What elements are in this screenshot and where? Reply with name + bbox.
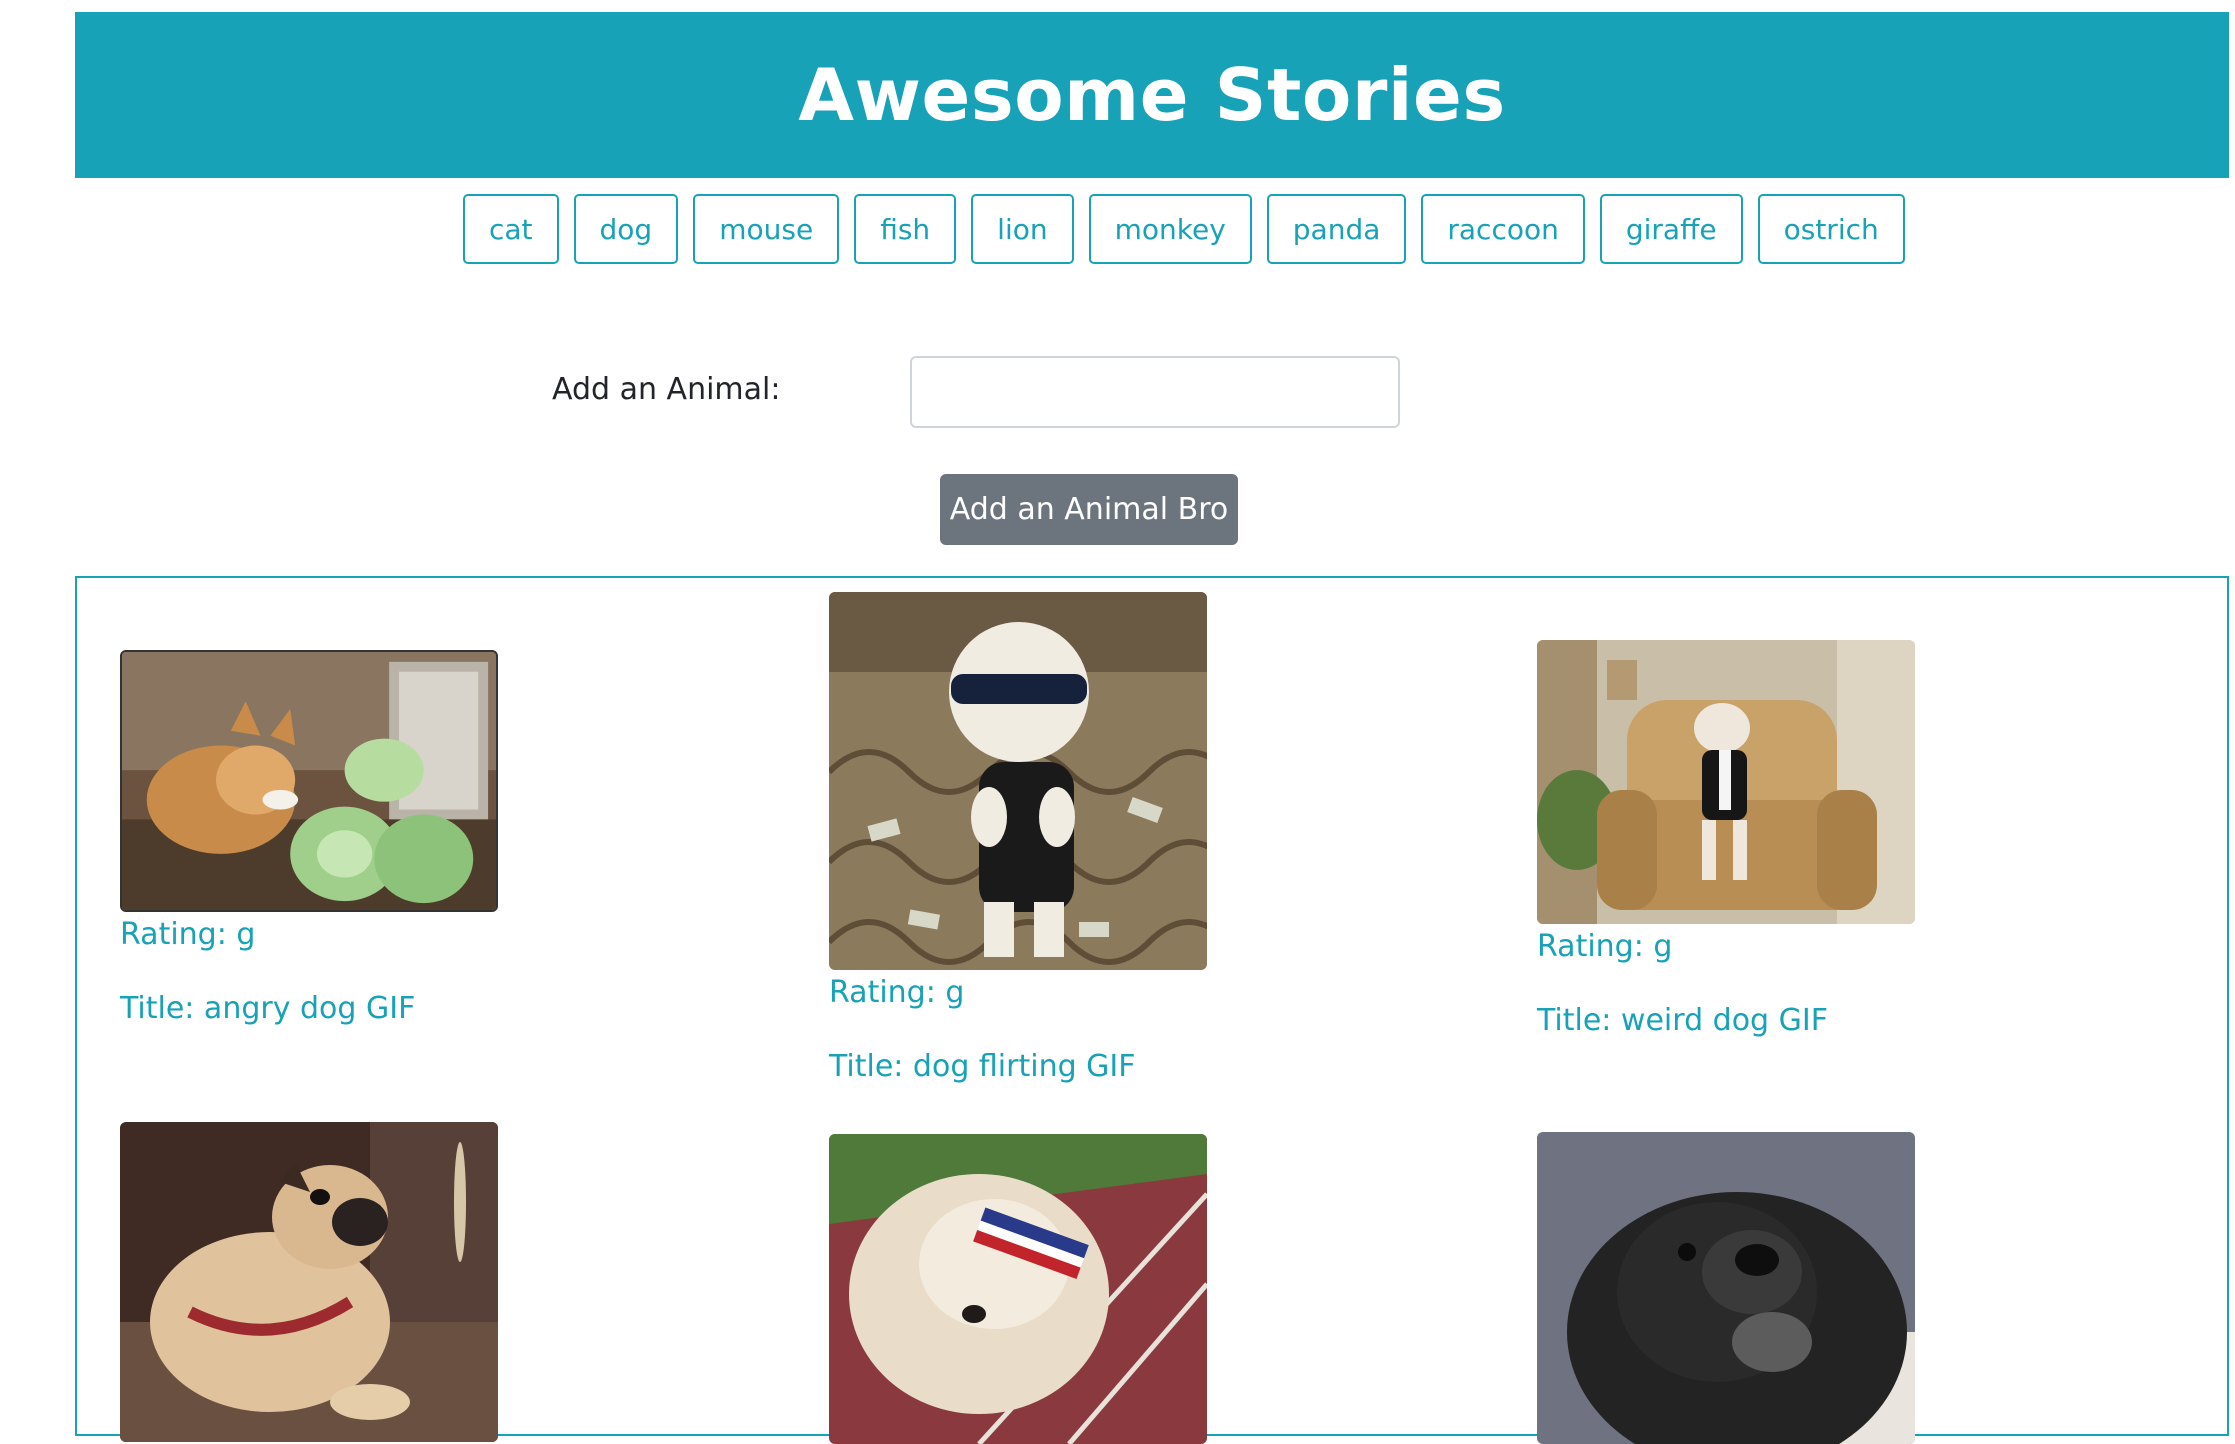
gif-rating: Rating: g	[829, 975, 965, 1010]
animal-button-mouse[interactable]: mouse	[693, 194, 840, 264]
gif-title: Title: weird dog GIF	[1537, 1003, 1828, 1038]
gif-title: Title: dog flirting GIF	[829, 1049, 1136, 1084]
gif-card: Rating: g Title: dog flirting GIF	[829, 592, 1207, 1086]
black-dog-image[interactable]	[1537, 1132, 1915, 1444]
animal-button-fish[interactable]: fish	[854, 194, 957, 264]
gif-card: Rating: g Title: weird dog GIF	[1537, 640, 1915, 1040]
page-title: Awesome Stories	[798, 53, 1506, 137]
add-animal-input[interactable]	[910, 356, 1400, 428]
gif-card	[120, 1122, 498, 1442]
page-header: Awesome Stories	[75, 12, 2229, 178]
gif-rating: Rating: g	[1537, 929, 1673, 964]
animal-button-lion[interactable]: lion	[971, 194, 1074, 264]
animal-button-giraffe[interactable]: giraffe	[1599, 194, 1743, 264]
pug-image[interactable]	[120, 1122, 498, 1442]
animal-button-cat[interactable]: cat	[463, 194, 559, 264]
gif-card	[829, 1134, 1207, 1444]
animal-button-raccoon[interactable]: raccoon	[1421, 194, 1585, 264]
corgi-cabbage-image[interactable]	[120, 650, 498, 912]
add-animal-label: Add an Animal:	[552, 372, 781, 407]
gif-title: Title: angry dog GIF	[120, 991, 416, 1026]
fluffy-dog-headband-image[interactable]	[829, 1134, 1207, 1444]
animal-button-monkey[interactable]: monkey	[1088, 194, 1252, 264]
animal-button-panda[interactable]: panda	[1266, 194, 1407, 264]
dog-sunglasses-image[interactable]	[829, 592, 1207, 970]
animal-button-bar: cat dog mouse fish lion monkey panda rac…	[463, 194, 1905, 264]
dog-suit-chair-image[interactable]	[1537, 640, 1915, 924]
animal-button-dog[interactable]: dog	[573, 194, 679, 264]
gif-rating: Rating: g	[120, 917, 256, 952]
add-animal-button[interactable]: Add an Animal Bro	[940, 474, 1238, 545]
gif-card: Rating: g Title: angry dog GIF	[120, 650, 498, 1028]
gif-card	[1537, 1132, 1915, 1444]
gif-results-panel: Rating: g Title: angry dog GIF Rating: g…	[75, 576, 2229, 1444]
animal-button-ostrich[interactable]: ostrich	[1757, 194, 1905, 264]
